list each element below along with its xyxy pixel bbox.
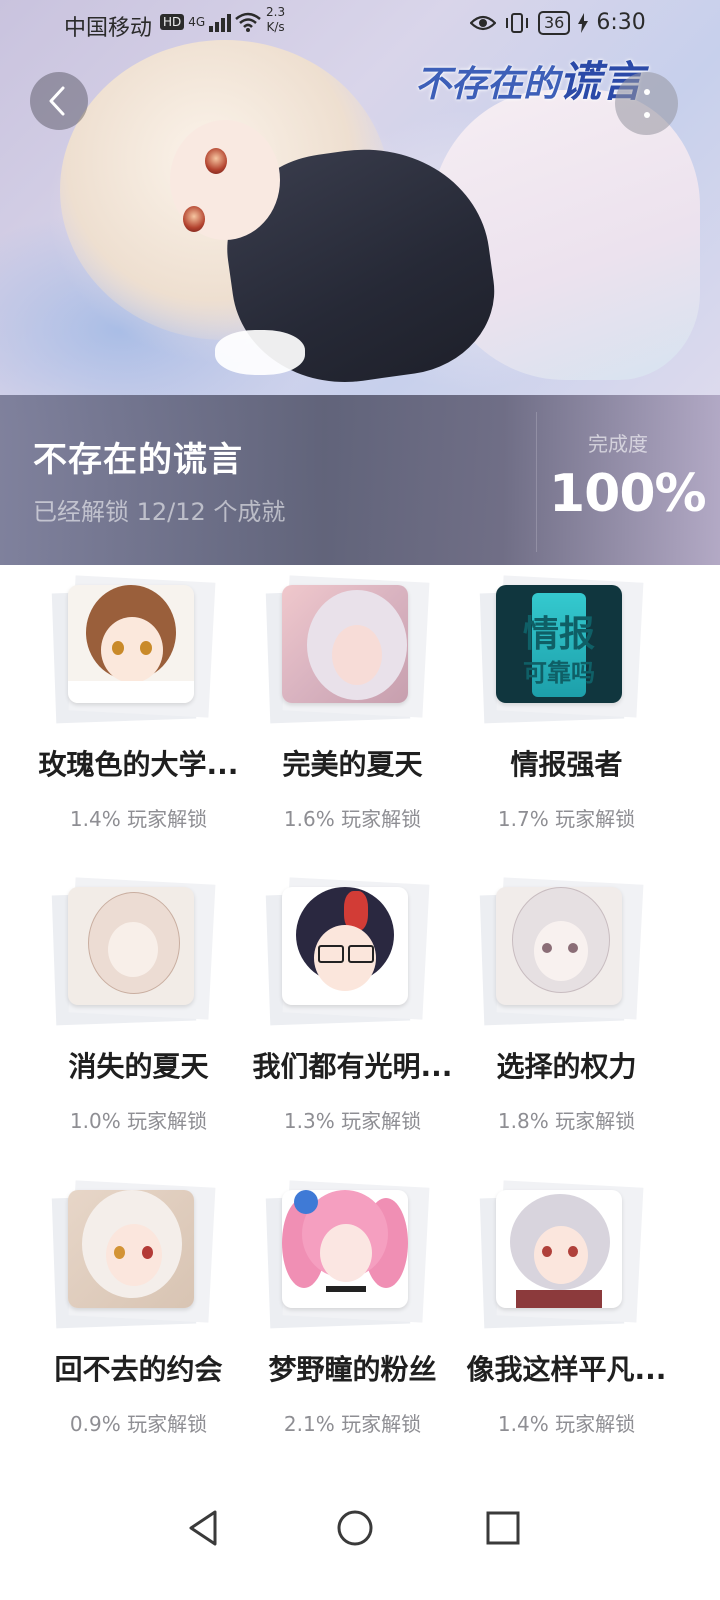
achievement-card[interactable]: 选择的权力 1.8% 玩家解锁 — [459, 867, 674, 1167]
signal-icon — [209, 12, 232, 32]
back-nav-button[interactable] — [185, 1508, 221, 1548]
achievement-card[interactable]: 玫瑰色的大学... 1.4% 玩家解锁 — [31, 565, 246, 865]
achievement-unlock-rate: 1.7% 玩家解锁 — [497, 807, 636, 831]
hero-art-eye — [205, 148, 227, 174]
achievement-unlock-rate: 1.4% 玩家解锁 — [69, 807, 208, 831]
glasses-boy-portrait-icon — [282, 887, 408, 1005]
sketch-girl-portrait-icon — [68, 887, 194, 1005]
divider — [536, 412, 537, 552]
sketch-silver-girl-portrait-icon — [496, 887, 622, 1005]
achievement-card[interactable]: 梦野瞳的粉丝 2.1% 玩家解锁 — [245, 1170, 460, 1470]
achievement-unlock-rate: 1.0% 玩家解锁 — [69, 1109, 208, 1133]
back-arrow-icon — [49, 86, 65, 116]
achievement-icon-frame — [51, 877, 216, 1033]
system-navigation-bar — [0, 1480, 720, 1600]
achievement-unlock-rate: 0.9% 玩家解锁 — [69, 1412, 208, 1436]
back-button[interactable] — [30, 72, 88, 130]
clock: 6:30 — [596, 10, 646, 35]
achievement-icon-frame: 情报 可靠吗 — [479, 575, 644, 731]
achievement-icon-frame — [479, 1180, 644, 1336]
game-title: 不存在的谎言 — [33, 440, 243, 480]
silver-hair-couple-portrait-icon — [282, 585, 408, 703]
white-hair-girl-portrait-icon — [68, 1190, 194, 1308]
carrier-name: 中国移动 — [64, 16, 153, 41]
achievement-title: 像我这样平凡... — [466, 1353, 667, 1386]
vibrate-icon — [506, 12, 528, 33]
network-speed: 2.3 K/s — [266, 5, 285, 35]
hero-art-eye — [183, 206, 205, 232]
achievement-unlock-rate: 2.1% 玩家解锁 — [283, 1412, 422, 1436]
recents-nav-button[interactable] — [485, 1510, 521, 1546]
achievement-icon-frame — [265, 1180, 430, 1336]
achievement-title: 玫瑰色的大学... — [38, 748, 239, 781]
silver-short-hair-girl-portrait-icon — [496, 1190, 622, 1308]
hd-badge: HD — [160, 14, 185, 30]
achievement-card[interactable]: 消失的夏天 1.0% 玩家解锁 — [31, 867, 246, 1167]
logo-text-a: 不存在的 — [415, 63, 560, 105]
home-nav-button[interactable] — [335, 1508, 375, 1548]
info-card-icon: 情报 可靠吗 — [496, 585, 622, 703]
hero-banner: 不存在的谎言 不存在的谎言 已经解锁 12/12 个成就 完成度 100% — [0, 0, 720, 565]
achievement-title: 回不去的约会 — [54, 1353, 223, 1386]
speed-value: 2.3 — [266, 5, 286, 19]
speed-unit: K/s — [266, 20, 285, 34]
achievement-icon-frame — [265, 877, 430, 1033]
achievement-card[interactable]: 像我这样平凡... 1.4% 玩家解锁 — [459, 1170, 674, 1470]
info-card-text-a: 情报 — [522, 614, 595, 655]
network-icons: HD 4G — [160, 12, 262, 32]
achievement-icon-frame — [265, 575, 430, 731]
achievement-card[interactable]: 我们都有光明... 1.3% 玩家解锁 — [245, 867, 460, 1167]
achievement-unlock-rate: 1.6% 玩家解锁 — [283, 807, 422, 831]
hero-art-glove — [215, 330, 305, 375]
battery-indicator: 36 — [538, 10, 571, 35]
eye-icon — [470, 15, 496, 30]
info-card-text-b: 可靠吗 — [523, 659, 595, 687]
achievement-title: 选择的权力 — [496, 1050, 637, 1083]
achievement-title: 完美的夏天 — [282, 748, 423, 781]
wifi-icon — [235, 12, 262, 32]
game-logo: 不存在的谎言 — [415, 48, 643, 109]
achievement-unlock-rate: 1.4% 玩家解锁 — [497, 1412, 636, 1436]
achievement-title: 消失的夏天 — [68, 1050, 209, 1083]
achievement-card[interactable]: 回不去的约会 0.9% 玩家解锁 — [31, 1170, 246, 1470]
achievement-title: 梦野瞳的粉丝 — [268, 1353, 437, 1386]
achievement-icon-frame — [51, 575, 216, 731]
brown-hair-girl-portrait-icon — [68, 585, 194, 703]
more-dot-icon — [644, 112, 650, 118]
achievement-card[interactable]: 情报 可靠吗 情报强者 1.7% 玩家解锁 — [459, 565, 674, 865]
achievement-card[interactable]: 完美的夏天 1.6% 玩家解锁 — [245, 565, 460, 865]
achievement-unlock-rate: 1.3% 玩家解锁 — [283, 1109, 422, 1133]
network-type: 4G — [188, 15, 206, 29]
achievement-icon-frame — [479, 877, 644, 1033]
more-dot-icon — [644, 89, 650, 95]
achievement-icon-frame — [51, 1180, 216, 1336]
achievement-title: 情报强者 — [510, 748, 623, 781]
more-options-button[interactable] — [615, 72, 678, 135]
pink-hair-girl-portrait-icon — [282, 1190, 408, 1308]
achievement-unlock-rate: 1.8% 玩家解锁 — [497, 1109, 636, 1133]
status-bar: 中国移动 HD 4G 2.3 K/s 36 6:30 — [0, 0, 720, 50]
unlock-summary: 已经解锁 12/12 个成就 — [33, 498, 286, 526]
achievement-title: 我们都有光明... — [252, 1050, 453, 1083]
completion-label: 完成度 — [588, 432, 648, 456]
completion-value: 100% — [549, 464, 707, 524]
charging-icon — [578, 12, 589, 33]
system-icons: 36 6:30 — [470, 10, 646, 35]
